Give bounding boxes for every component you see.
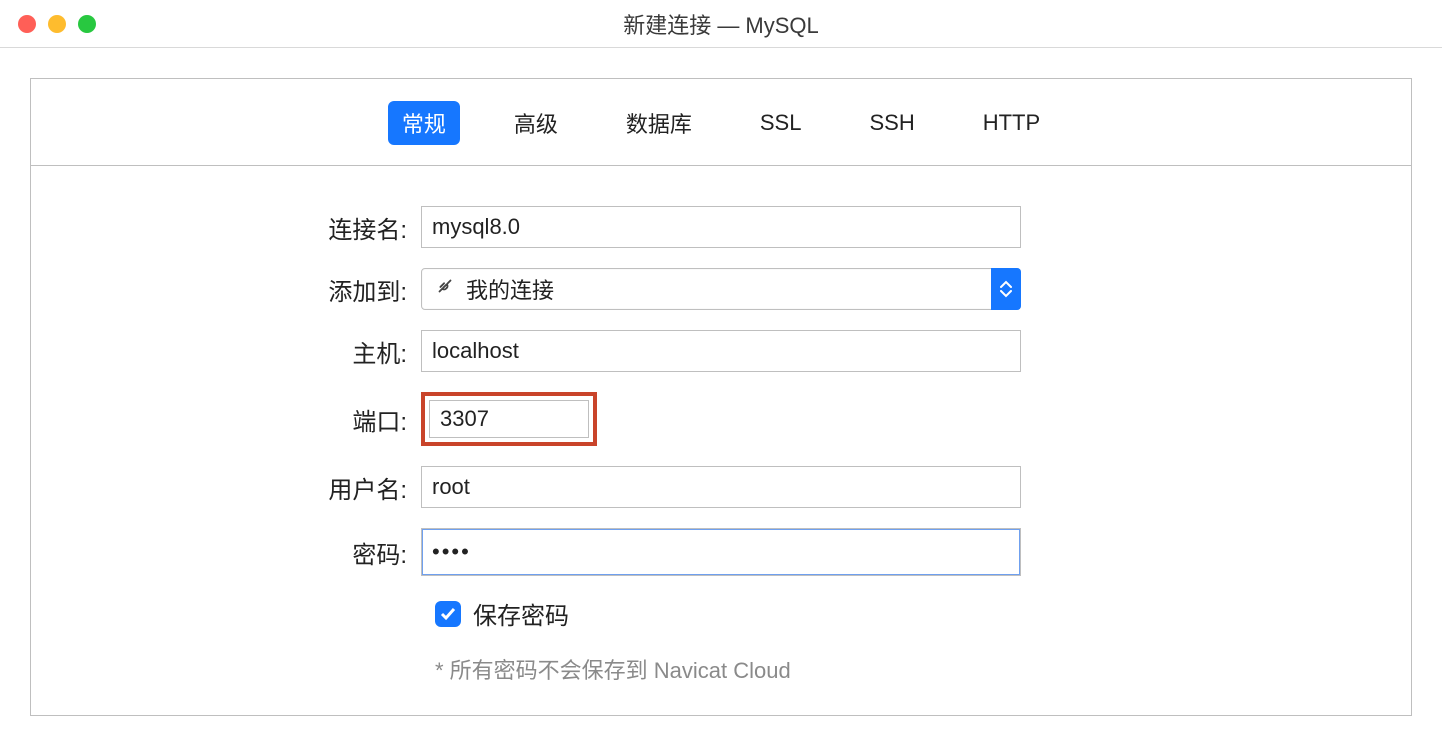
main-panel: 常规 高级 数据库 SSL SSH HTTP 连接名: 添加到: <box>30 78 1412 716</box>
dropdown-toggle-button[interactable] <box>991 268 1021 310</box>
add-to-dropdown[interactable]: 我的连接 <box>421 268 1021 310</box>
minimize-window-button[interactable] <box>48 15 66 33</box>
save-password-checkbox[interactable] <box>435 601 461 627</box>
password-cloud-note: * 所有密码不会保存到 Navicat Cloud <box>435 653 1381 685</box>
titlebar: 新建连接 — MySQL <box>0 0 1442 48</box>
label-add-to: 添加到: <box>61 272 421 307</box>
save-password-label: 保存密码 <box>473 596 569 631</box>
window-title: 新建连接 — MySQL <box>0 8 1442 40</box>
row-save-password: 保存密码 <box>435 596 1381 631</box>
check-icon <box>439 605 457 623</box>
label-host: 主机: <box>61 334 421 369</box>
add-to-selected-value: 我的连接 <box>466 273 554 305</box>
password-input[interactable] <box>421 528 1021 576</box>
row-add-to: 添加到: 我的连接 <box>61 268 1381 310</box>
tab-advanced[interactable]: 高级 <box>500 101 572 145</box>
tab-http[interactable]: HTTP <box>969 104 1054 142</box>
tab-database[interactable]: 数据库 <box>612 101 706 145</box>
chevron-down-icon <box>1000 290 1012 298</box>
username-input[interactable] <box>421 466 1021 508</box>
port-highlight-box <box>421 392 597 446</box>
tab-bar: 常规 高级 数据库 SSL SSH HTTP <box>31 79 1411 166</box>
body-area: 常规 高级 数据库 SSL SSH HTTP 连接名: 添加到: <box>0 48 1442 716</box>
row-host: 主机: <box>61 330 1381 372</box>
tab-general[interactable]: 常规 <box>388 101 460 145</box>
dialog-window: 新建连接 — MySQL 常规 高级 数据库 SSL SSH HTTP 连接名: <box>0 0 1442 754</box>
maximize-window-button[interactable] <box>78 15 96 33</box>
row-username: 用户名: <box>61 466 1381 508</box>
chevron-up-icon <box>1000 280 1012 288</box>
label-password: 密码: <box>61 535 421 570</box>
row-port: 端口: <box>61 392 1381 446</box>
connection-name-input[interactable] <box>421 206 1021 248</box>
label-port: 端口: <box>61 402 421 437</box>
row-connection-name: 连接名: <box>61 206 1381 248</box>
label-connection-name: 连接名: <box>61 210 421 245</box>
close-window-button[interactable] <box>18 15 36 33</box>
form-area: 连接名: 添加到: <box>31 166 1411 715</box>
row-password: 密码: <box>61 528 1381 576</box>
label-username: 用户名: <box>61 470 421 505</box>
plug-icon <box>434 275 456 303</box>
tab-ssl[interactable]: SSL <box>746 104 816 142</box>
tab-ssh[interactable]: SSH <box>855 104 928 142</box>
traffic-lights <box>18 15 96 33</box>
host-input[interactable] <box>421 330 1021 372</box>
port-input[interactable] <box>429 400 589 438</box>
